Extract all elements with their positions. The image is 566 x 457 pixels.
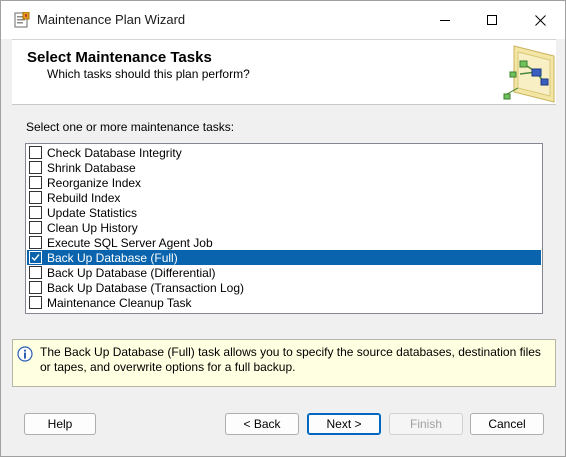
task-checkbox[interactable] (29, 281, 42, 294)
task-label: Back Up Database (Transaction Log) (47, 280, 244, 295)
checkmark-icon (31, 254, 40, 262)
cancel-button[interactable]: Cancel (470, 413, 544, 435)
info-icon (17, 346, 33, 362)
task-label: Check Database Integrity (47, 145, 182, 160)
task-list-item[interactable]: Back Up Database (Transaction Log) (27, 280, 541, 295)
maximize-icon (487, 15, 497, 25)
task-checkbox[interactable] (29, 206, 42, 219)
task-checkbox[interactable] (29, 266, 42, 279)
task-list-item[interactable]: Maintenance Cleanup Task (27, 295, 541, 310)
task-label: Reorganize Index (47, 175, 142, 190)
window-title: Maintenance Plan Wizard (37, 12, 186, 27)
task-label: Clean Up History (47, 220, 138, 235)
task-checkbox[interactable] (29, 191, 42, 204)
task-description-panel: The Back Up Database (Full) task allows … (12, 339, 556, 387)
instruction-label: Select one or more maintenance tasks: (26, 120, 235, 134)
wizard-flowchart-graphic (503, 45, 555, 103)
task-label: Maintenance Cleanup Task (47, 295, 192, 310)
minimize-button[interactable] (422, 1, 468, 39)
task-checkbox[interactable] (29, 236, 42, 249)
maximize-button[interactable] (469, 1, 515, 39)
task-list-item[interactable]: Reorganize Index (27, 175, 541, 190)
task-label: Rebuild Index (47, 190, 121, 205)
close-icon (534, 14, 546, 26)
help-button[interactable]: Help (24, 413, 96, 435)
maintenance-task-list[interactable]: Check Database Integrity Shrink Database R… (25, 143, 543, 314)
maintenance-plan-wizard-window: Maintenance Plan Wizard Select Maintenan… (0, 0, 566, 457)
task-checkbox[interactable] (29, 296, 42, 309)
task-list-item[interactable]: Rebuild Index (27, 190, 541, 205)
task-list-item[interactable]: Execute SQL Server Agent Job (27, 235, 541, 250)
wizard-header: Select Maintenance Tasks Which tasks sho… (12, 39, 556, 105)
minimize-icon (440, 20, 450, 21)
page-title: Select Maintenance Tasks (27, 49, 212, 66)
task-label: Back Up Database (Differential) (47, 265, 216, 280)
task-label: Shrink Database (47, 160, 136, 175)
page-subtitle: Which tasks should this plan perform? (47, 67, 250, 81)
title-bar[interactable]: Maintenance Plan Wizard (1, 1, 565, 39)
task-checkbox[interactable] (29, 221, 42, 234)
close-button[interactable] (517, 1, 563, 39)
task-list-item[interactable]: Check Database Integrity (27, 145, 541, 160)
finish-button[interactable]: Finish (389, 413, 463, 435)
task-list-item[interactable]: Clean Up History (27, 220, 541, 235)
task-label: Back Up Database (Full) (47, 250, 178, 265)
back-button[interactable]: < Back (225, 413, 299, 435)
task-list-item[interactable]: Back Up Database (Full) (27, 250, 541, 265)
task-checkbox[interactable] (29, 251, 42, 264)
wizard-app-icon (14, 12, 30, 28)
task-list-item[interactable]: Shrink Database (27, 160, 541, 175)
task-checkbox[interactable] (29, 146, 42, 159)
task-checkbox[interactable] (29, 176, 42, 189)
task-description-text: The Back Up Database (Full) task allows … (40, 345, 541, 374)
task-label: Update Statistics (47, 205, 138, 220)
task-label: Execute SQL Server Agent Job (47, 235, 213, 250)
task-list-item[interactable]: Back Up Database (Differential) (27, 265, 541, 280)
task-list-item[interactable]: Update Statistics (27, 205, 541, 220)
task-checkbox[interactable] (29, 161, 42, 174)
next-button[interactable]: Next > (307, 413, 381, 435)
